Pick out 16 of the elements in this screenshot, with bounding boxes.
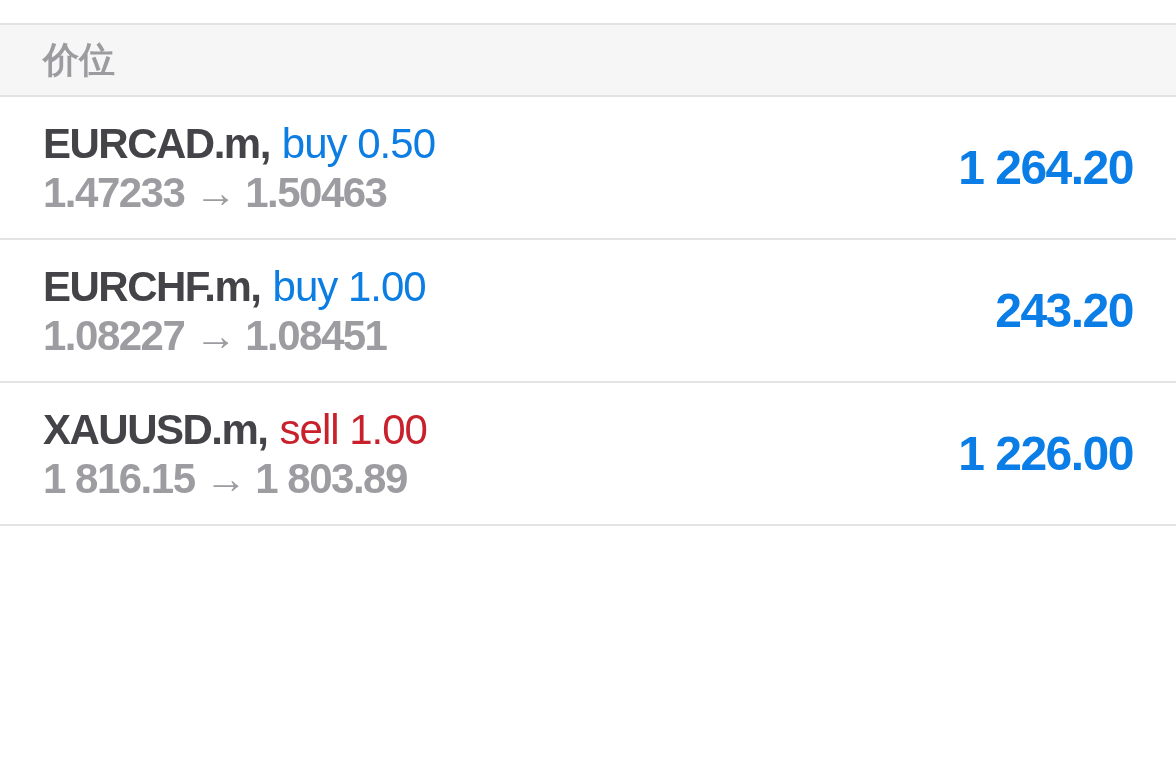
- order-label: sell 1.00: [279, 405, 427, 454]
- symbol-label: XAUUSD.m,: [43, 405, 268, 454]
- profit-value: 243.20: [995, 282, 1133, 339]
- symbol-label: EURCAD.m,: [43, 119, 270, 168]
- order-label: buy 1.00: [272, 262, 426, 311]
- position-row[interactable]: XAUUSD.m, sell 1.00 1 816.15 → 1 803.89 1 226.00: [0, 383, 1176, 526]
- order-label: buy 0.50: [281, 119, 435, 168]
- symbol-label: EURCHF.m,: [43, 262, 261, 311]
- header-label: 价位: [43, 40, 115, 80]
- profit-value: 1 264.20: [958, 139, 1133, 196]
- price-change-label: 1 816.15 → 1 803.89: [43, 453, 408, 504]
- price-change-label: 1.47233 → 1.50463: [43, 167, 388, 218]
- position-row[interactable]: EURCHF.m, buy 1.00 1.08227 → 1.08451 243.20: [0, 240, 1176, 383]
- price-change-label: 1.08227 → 1.08451: [43, 310, 388, 361]
- position-row[interactable]: EURCAD.m, buy 0.50 1.47233 → 1.50463 1 264.20: [0, 97, 1176, 240]
- profit-value: 1 226.00: [958, 425, 1133, 482]
